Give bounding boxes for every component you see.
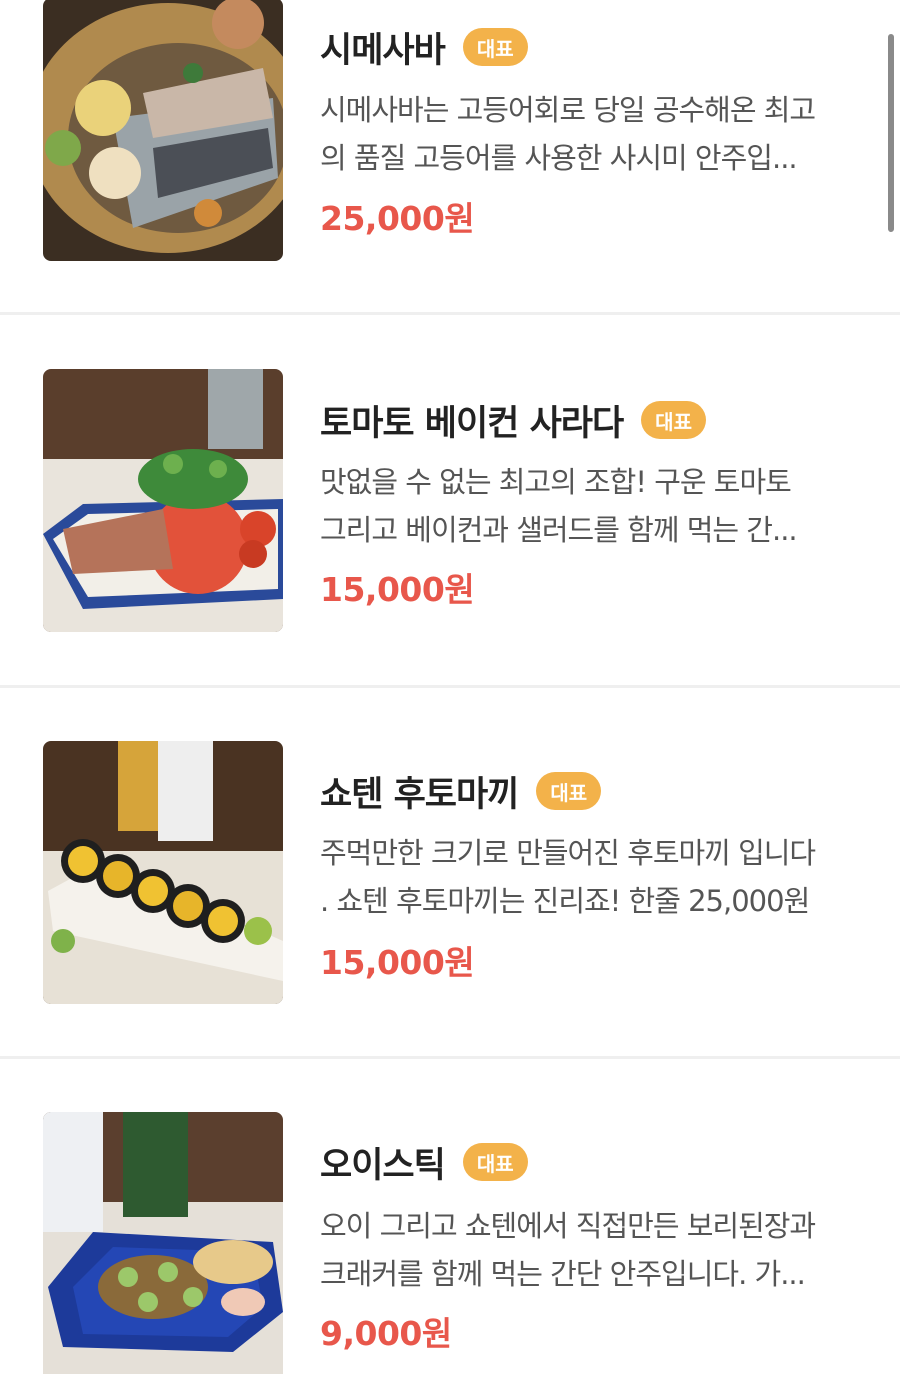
menu-item-photo[interactable]: [43, 1112, 283, 1374]
menu-item-tomato-bacon-salad[interactable]: 토마토 베이컨 사라다 대표 맛없을 수 없는 최고의 조합! 구운 토마토 그…: [0, 315, 900, 687]
menu-item-name: 토마토 베이컨 사라다: [320, 403, 624, 444]
menu-item-description: 시메사바는 고등어회로 당일 공수해온 최고 의 품질 고등어를 사용한 사시미…: [320, 86, 865, 182]
description-line: . 쇼텐 후토마끼는 진리죠! 한줄 25,000원: [320, 884, 810, 918]
signature-badge: 대표: [462, 28, 528, 66]
description-line: 의 품질 고등어를 사용한 사시미 안주입...: [320, 141, 798, 175]
menu-list: 시메사바 대표 시메사바는 고등어회로 당일 공수해온 최고 의 품질 고등어를…: [0, 0, 900, 1374]
menu-item-title-row: 토마토 베이컨 사라다 대표: [320, 392, 706, 448]
description-line: 시메사바는 고등어회로 당일 공수해온 최고: [320, 93, 816, 127]
description-line: 오이 그리고 쇼텐에서 직접만든 보리된장과: [320, 1209, 816, 1243]
menu-item-title-row: 오이스틱 대표: [320, 1134, 528, 1190]
description-line: 주먹만한 크기로 만들어진 후토마끼 입니다: [320, 836, 816, 870]
tomato-bacon-salad-photo: [43, 369, 283, 632]
menu-item-description: 오이 그리고 쇼텐에서 직접만든 보리된장과 크래커를 함께 먹는 간단 안주입…: [320, 1202, 865, 1298]
menu-item-price: 15,000원: [320, 943, 475, 982]
marinated-mackerel-sashimi-photo: [43, 0, 283, 261]
menu-item-name: 오이스틱: [320, 1145, 446, 1186]
vertical-scrollbar[interactable]: [888, 34, 894, 232]
menu-item-description: 맛없을 수 없는 최고의 조합! 구운 토마토 그리고 베이컨과 샐러드를 함께…: [320, 458, 865, 554]
menu-item-name: 시메사바: [320, 30, 446, 71]
description-line: 맛없을 수 없는 최고의 조합! 구운 토마토: [320, 465, 792, 499]
menu-item-photo[interactable]: [43, 741, 283, 1004]
menu-item-description: 주먹만한 크기로 만들어진 후토마끼 입니다 . 쇼텐 후토마끼는 진리죠! 한…: [320, 829, 865, 925]
description-line: 크래커를 함께 먹는 간단 안주입니다. 가...: [320, 1257, 806, 1291]
menu-item-price: 25,000원: [320, 199, 475, 238]
menu-item-shoten-futomaki[interactable]: 쇼텐 후토마끼 대표 주먹만한 크기로 만들어진 후토마끼 입니다 . 쇼텐 후…: [0, 688, 900, 1060]
menu-item-price: 15,000원: [320, 570, 475, 609]
signature-badge: 대표: [462, 1143, 528, 1181]
menu-item-cucumber-stick[interactable]: 오이스틱 대표 오이 그리고 쇼텐에서 직접만든 보리된장과 크래커를 함께 먹…: [0, 1059, 900, 1374]
menu-item-title-row: 쇼텐 후토마끼 대표: [320, 763, 602, 819]
futomaki-roll-photo: [43, 741, 283, 1004]
description-line: 그리고 베이컨과 샐러드를 함께 먹는 간...: [320, 513, 798, 547]
menu-item-price: 9,000원: [320, 1314, 452, 1353]
signature-badge: 대표: [536, 772, 602, 810]
menu-item-name: 쇼텐 후토마끼: [320, 774, 519, 815]
signature-badge: 대표: [641, 401, 706, 439]
menu-item-title-row: 시메사바 대표: [320, 19, 528, 75]
menu-item-photo[interactable]: [43, 0, 283, 261]
cucumber-stick-photo: [43, 1112, 283, 1374]
menu-item-photo[interactable]: [43, 369, 283, 632]
